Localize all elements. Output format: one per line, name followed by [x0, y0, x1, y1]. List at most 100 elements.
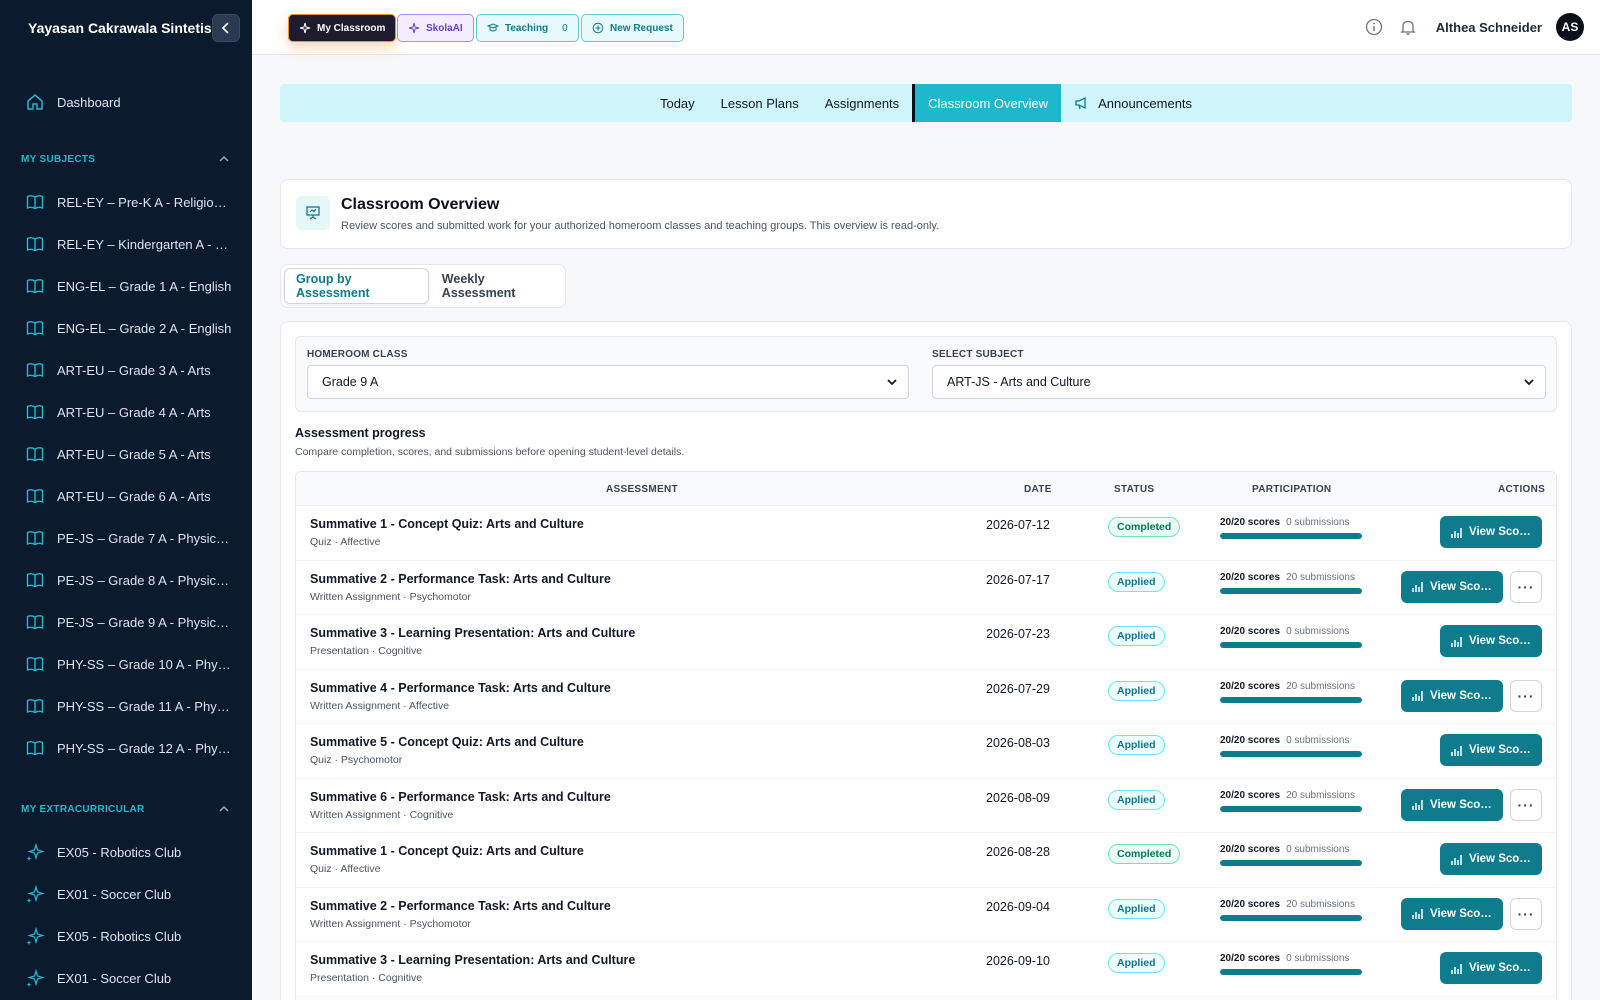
sidebar-item-subject-0[interactable]: REL-EY – Pre-K A - Religious and Moral E… — [0, 181, 252, 223]
subjects-list: REL-EY – Pre-K A - Religious and Moral E… — [0, 181, 252, 769]
book-icon — [25, 318, 45, 338]
row-actions: View Scores ··· — [1401, 897, 1542, 930]
tab-weekly-assessment[interactable]: Weekly Assessment — [431, 268, 562, 304]
table-row: Summative 4 - Performance Task: Arts and… — [296, 670, 1556, 724]
bell-icon[interactable] — [1398, 17, 1418, 37]
view-scores-button[interactable]: View Scores — [1440, 734, 1542, 766]
sidebar-item-extracurricular-2[interactable]: EX05 - Robotics Club — [0, 915, 252, 957]
assessment-name[interactable]: Summative 3 - Learning Presentation: Art… — [310, 953, 635, 967]
view-scores-button[interactable]: View Scores — [1401, 897, 1503, 930]
view-scores-button[interactable]: View Scores — [1401, 570, 1503, 603]
sidebar-item-subject-11[interactable]: PHY-SS – Grade 10 A - Physics — [0, 643, 252, 685]
more-icon: ··· — [1517, 796, 1535, 813]
collapse-sidebar-button[interactable] — [212, 13, 240, 42]
my-classroom-chip[interactable]: My Classroom — [288, 14, 397, 42]
more-actions-button[interactable]: ··· — [1510, 570, 1542, 603]
sidebar-item-subject-8[interactable]: PE-JS – Grade 7 A - Physical Education — [0, 517, 252, 559]
assessment-name[interactable]: Summative 1 - Concept Quiz: Arts and Cul… — [310, 517, 584, 531]
sidebar-item-subject-1[interactable]: REL-EY – Kindergarten A - Religious and … — [0, 223, 252, 265]
bar-chart-icon — [1412, 909, 1423, 919]
assessment-meta: Presentation · Cognitive — [310, 645, 423, 657]
sidebar-item-subject-7[interactable]: ART-EU – Grade 6 A - Arts — [0, 475, 252, 517]
teaching-count-badge: 0 — [562, 22, 568, 34]
select-subject-label: SELECT SUBJECT — [932, 349, 1024, 360]
participation: 20/20 scores 20 submissions — [1220, 572, 1362, 594]
skolaai-chip[interactable]: SkolaAI — [397, 14, 474, 42]
assessment-name[interactable]: Summative 6 - Performance Task: Arts and… — [310, 790, 611, 804]
sparkles-icon — [25, 884, 45, 904]
view-scores-button[interactable]: View Scores — [1440, 625, 1542, 657]
sidebar-item-dashboard[interactable]: Dashboard — [0, 81, 252, 123]
more-actions-button[interactable]: ··· — [1510, 679, 1542, 712]
assessment-name[interactable]: Summative 2 - Performance Task: Arts and… — [310, 572, 611, 586]
participation-text: 20/20 scores 20 submissions — [1220, 572, 1362, 583]
book-icon — [25, 234, 45, 254]
bar-chart-icon — [1412, 582, 1423, 592]
assessment-date: 2026-08-09 — [986, 790, 1050, 805]
progress-fill — [1220, 860, 1362, 866]
view-scores-label: View Scores — [1430, 798, 1492, 811]
scores-count: 20/20 scores — [1220, 571, 1281, 583]
sidebar-item-subject-4[interactable]: ART-EU – Grade 3 A - Arts — [0, 349, 252, 391]
sidebar-header: Yayasan Cakrawala Sintetis — [0, 0, 252, 55]
tab-lesson-plans[interactable]: Lesson Plans — [708, 84, 812, 122]
classroom-subnav: Today Lesson Plans Assignments Classroom… — [280, 84, 1572, 122]
progress-fill — [1220, 533, 1362, 539]
tab-announcements[interactable]: Announcements — [1061, 84, 1205, 122]
info-icon[interactable] — [1364, 17, 1384, 37]
sidebar-item-extracurricular-3[interactable]: EX01 - Soccer Club — [0, 957, 252, 999]
sidebar-item-extracurricular-0[interactable]: EX05 - Robotics Club — [0, 831, 252, 873]
view-scores-label: View Scores — [1469, 635, 1531, 647]
sidebar-item-subject-10[interactable]: PE-JS – Grade 9 A - Physical Education — [0, 601, 252, 643]
tab-group-by-assessment[interactable]: Group by Assessment — [284, 268, 429, 304]
view-scores-button[interactable]: View Scores — [1440, 843, 1542, 875]
more-actions-button[interactable]: ··· — [1510, 897, 1542, 930]
assessment-name[interactable]: Summative 2 - Performance Task: Arts and… — [310, 899, 611, 913]
more-icon: ··· — [1517, 905, 1535, 922]
sidebar-item-extracurricular-1[interactable]: EX01 - Soccer Club — [0, 873, 252, 915]
assessment-name[interactable]: Summative 5 - Concept Quiz: Arts and Cul… — [310, 735, 584, 749]
bar-chart-icon — [1451, 527, 1462, 538]
my-subjects-section-toggle[interactable]: MY SUBJECTS — [0, 137, 252, 181]
bar-chart-icon — [1451, 854, 1462, 865]
bar-chart-icon — [1451, 636, 1462, 647]
view-scores-button[interactable]: View Scores — [1401, 679, 1503, 712]
sidebar-item-label: PE-JS – Grade 7 A - Physical Education — [57, 530, 232, 546]
tab-classroom-overview[interactable]: Classroom Overview — [912, 84, 1062, 122]
sidebar-item-label: ART-EU – Grade 3 A - Arts — [57, 362, 211, 378]
sidebar-item-subject-3[interactable]: ENG-EL – Grade 2 A - English — [0, 307, 252, 349]
assessment-name[interactable]: Summative 1 - Concept Quiz: Arts and Cul… — [310, 844, 584, 858]
view-scores-button[interactable]: View Scores — [1401, 788, 1503, 821]
sidebar-item-subject-9[interactable]: PE-JS – Grade 8 A - Physical Education — [0, 559, 252, 601]
table-body: Summative 1 - Concept Quiz: Arts and Cul… — [296, 506, 1556, 997]
more-actions-button[interactable]: ··· — [1510, 788, 1542, 821]
participation: 20/20 scores 0 submissions — [1220, 735, 1362, 757]
assessment-name[interactable]: Summative 3 - Learning Presentation: Art… — [310, 626, 635, 640]
tab-label: Today — [659, 95, 695, 111]
sidebar-item-subject-6[interactable]: ART-EU – Grade 5 A - Arts — [0, 433, 252, 475]
subject-select[interactable]: ART-JS - Arts and Culture — [932, 365, 1546, 399]
tab-assignments[interactable]: Assignments — [812, 84, 912, 122]
view-scores-label: View Scores — [1430, 580, 1492, 593]
assessment-date: 2026-08-28 — [986, 845, 1050, 859]
my-extracurricular-section-toggle[interactable]: MY EXTRACURRICULAR — [0, 787, 252, 831]
homeroom-class-select[interactable]: Grade 9 A — [307, 365, 909, 399]
scores-count: 20/20 scores — [1220, 844, 1281, 855]
sidebar-item-subject-2[interactable]: ENG-EL – Grade 1 A - English — [0, 265, 252, 307]
tab-today[interactable]: Today — [647, 84, 708, 122]
chevron-down-icon — [1524, 379, 1534, 386]
participation-progress-bar — [1220, 860, 1362, 866]
view-scores-button[interactable]: View Scores — [1440, 516, 1542, 548]
assessment-name[interactable]: Summative 4 - Performance Task: Arts and… — [310, 681, 611, 695]
sidebar-item-subject-13[interactable]: PHY-SS – Grade 12 A - Physics — [0, 727, 252, 769]
avatar[interactable]: AS — [1556, 13, 1584, 41]
teaching-chip[interactable]: Teaching 0 — [476, 14, 579, 42]
view-scores-button[interactable]: View Scores — [1440, 952, 1542, 984]
sidebar-item-subject-12[interactable]: PHY-SS – Grade 11 A - Physics — [0, 685, 252, 727]
new-request-chip[interactable]: New Request — [581, 14, 684, 42]
bar-chart-icon — [1451, 963, 1462, 974]
sidebar-item-subject-5[interactable]: ART-EU – Grade 4 A - Arts — [0, 391, 252, 433]
table-row: Summative 6 - Performance Task: Arts and… — [296, 779, 1556, 833]
submissions-count: 0 submissions — [1286, 735, 1350, 746]
user-name[interactable]: Althea Schneider — [1436, 20, 1542, 35]
